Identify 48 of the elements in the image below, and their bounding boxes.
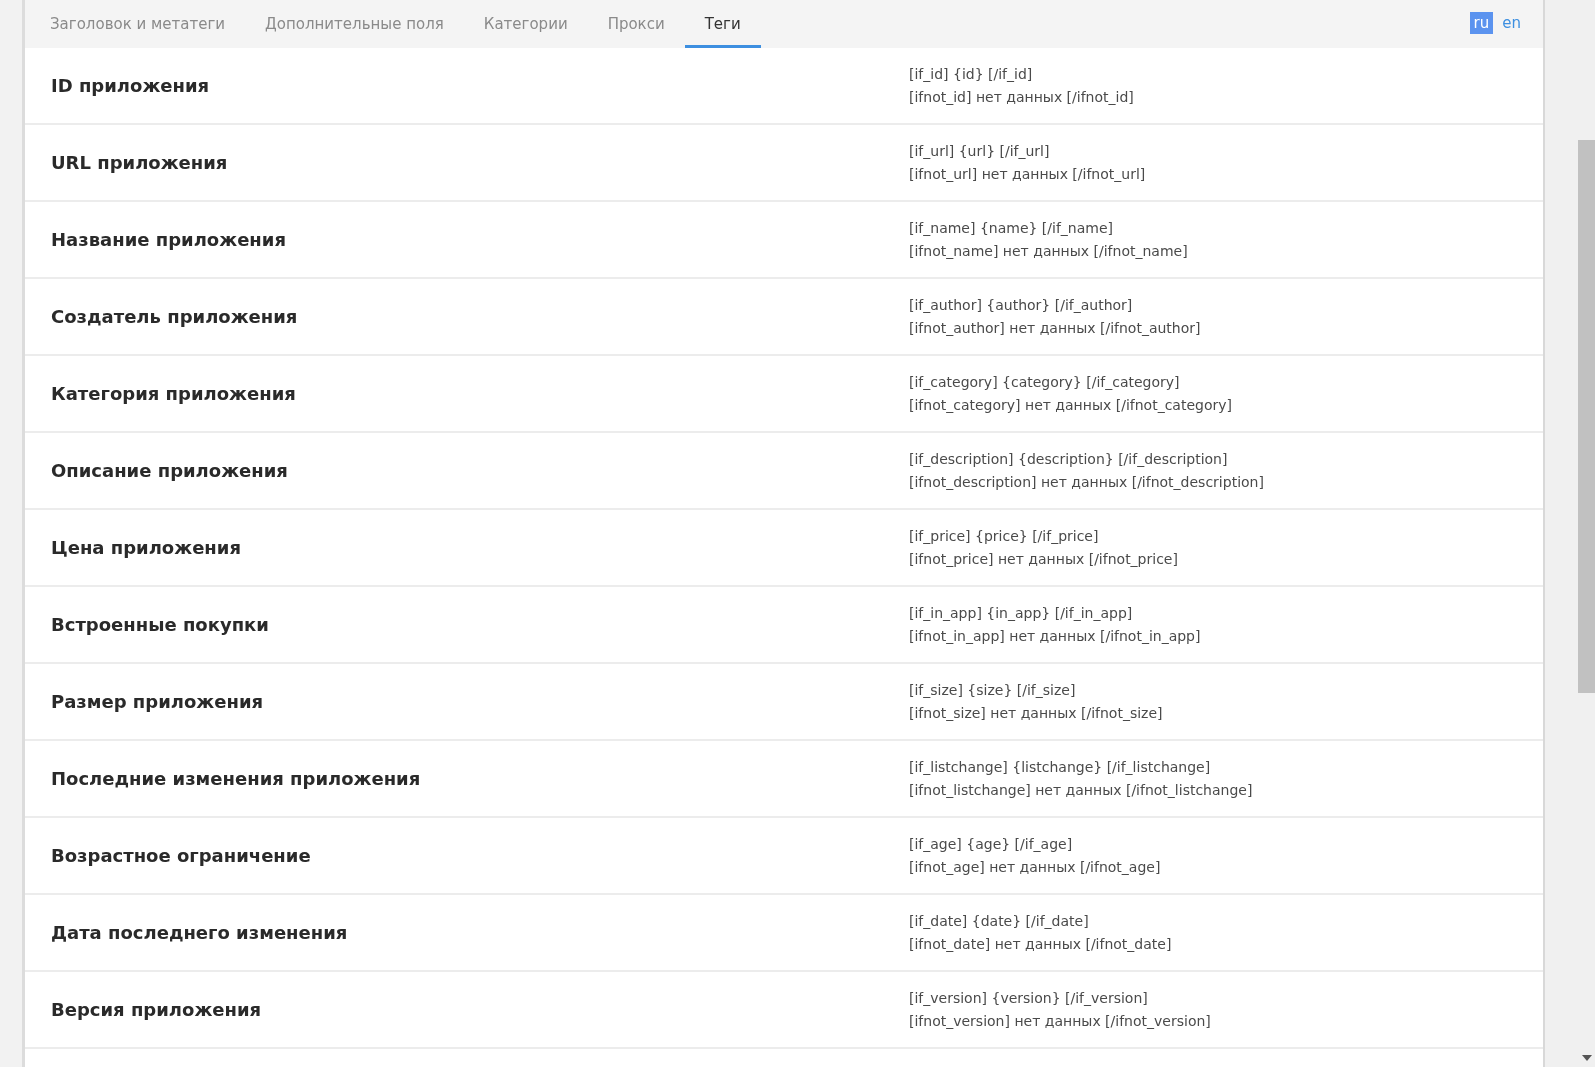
field-label: Версия приложения bbox=[50, 999, 263, 1020]
tab[interactable]: Заголовок и метатеги bbox=[30, 0, 246, 48]
field-label: Последние изменения приложения bbox=[50, 768, 422, 789]
tag-code: [ifnot_in_app] нет данных [/ifnot_in_app] bbox=[909, 627, 1201, 645]
scrollbar-thumb[interactable] bbox=[1578, 140, 1595, 693]
language-link[interactable]: en bbox=[1498, 12, 1525, 34]
field-label: ID приложения bbox=[50, 75, 211, 96]
tag-code: [ifnot_age] нет данных [/ifnot_age] bbox=[909, 858, 1161, 876]
tab[interactable]: Теги bbox=[684, 0, 761, 48]
field-label: Встроенные покупки bbox=[50, 614, 270, 635]
tag-code: [ifnot_name] нет данных [/ifnot_name] bbox=[909, 242, 1188, 260]
tag-code: [if_id] {id} [/if_id] bbox=[909, 65, 1034, 83]
tag-code: [ifnot_listchange] нет данных [/ifnot_listchange] bbox=[909, 781, 1253, 799]
tag-code: [if_date] {date} [/if_date] bbox=[909, 912, 1090, 930]
tag-code: [if_url] {url} [/if_url] bbox=[909, 142, 1051, 160]
field-label: Возрастное ограничение bbox=[50, 845, 312, 866]
tag-code: [if_category] {category} [/if_category] bbox=[909, 373, 1181, 391]
field-label: Размер приложения bbox=[50, 691, 265, 712]
tag-code: [ifnot_url] нет данных [/ifnot_url] bbox=[909, 165, 1146, 183]
tag-code: [ifnot_description] нет данных [/ifnot_description] bbox=[909, 473, 1264, 491]
field-label: Цена приложения bbox=[50, 537, 242, 558]
tag-code: [if_author] {author} [/if_author] bbox=[909, 296, 1134, 314]
tag-code: [if_size] {size} [/if_size] bbox=[909, 681, 1077, 699]
field-label: Название приложения bbox=[50, 229, 287, 250]
scroll-down-icon[interactable] bbox=[1582, 1055, 1592, 1061]
tab[interactable]: Дополнительные поля bbox=[245, 0, 464, 48]
field-label: Дата последнего изменения bbox=[50, 922, 349, 943]
tab[interactable]: Прокси bbox=[587, 0, 685, 48]
tag-code: [if_name] {name} [/if_name] bbox=[909, 219, 1115, 237]
field-label: URL приложения bbox=[50, 152, 229, 173]
tag-code: [if_listchange] {listchange} [/if_listchange] bbox=[909, 758, 1212, 776]
tag-code: [ifnot_version] нет данных [/ifnot_version] bbox=[909, 1012, 1211, 1030]
tag-code: [if_description] {description} [/if_description] bbox=[909, 450, 1229, 468]
tag-code: [if_in_app] {in_app} [/if_in_app] bbox=[909, 604, 1134, 622]
field-label: Категория приложения bbox=[50, 383, 297, 404]
language-link[interactable]: ru bbox=[1469, 12, 1494, 34]
tag-code: [ifnot_size] нет данных [/ifnot_size] bbox=[909, 704, 1163, 722]
tag-code: [if_age] {age} [/if_age] bbox=[909, 835, 1074, 853]
tag-code: [ifnot_category] нет данных [/ifnot_category] bbox=[909, 396, 1232, 414]
tag-code: [ifnot_id] нет данных [/ifnot_id] bbox=[909, 88, 1134, 106]
field-label: Описание приложения bbox=[50, 460, 289, 481]
tag-code: [ifnot_price] нет данных [/ifnot_price] bbox=[909, 550, 1178, 568]
tab[interactable]: Категории bbox=[463, 0, 588, 48]
tag-code: [ifnot_date] нет данных [/ifnot_date] bbox=[909, 935, 1172, 953]
tag-code: [if_price] {price} [/if_price] bbox=[909, 527, 1100, 545]
tag-code: [ifnot_author] нет данных [/ifnot_author] bbox=[909, 319, 1201, 337]
field-label: Создатель приложения bbox=[50, 306, 299, 327]
tag-code: [if_version] {version} [/if_version] bbox=[909, 989, 1149, 1007]
